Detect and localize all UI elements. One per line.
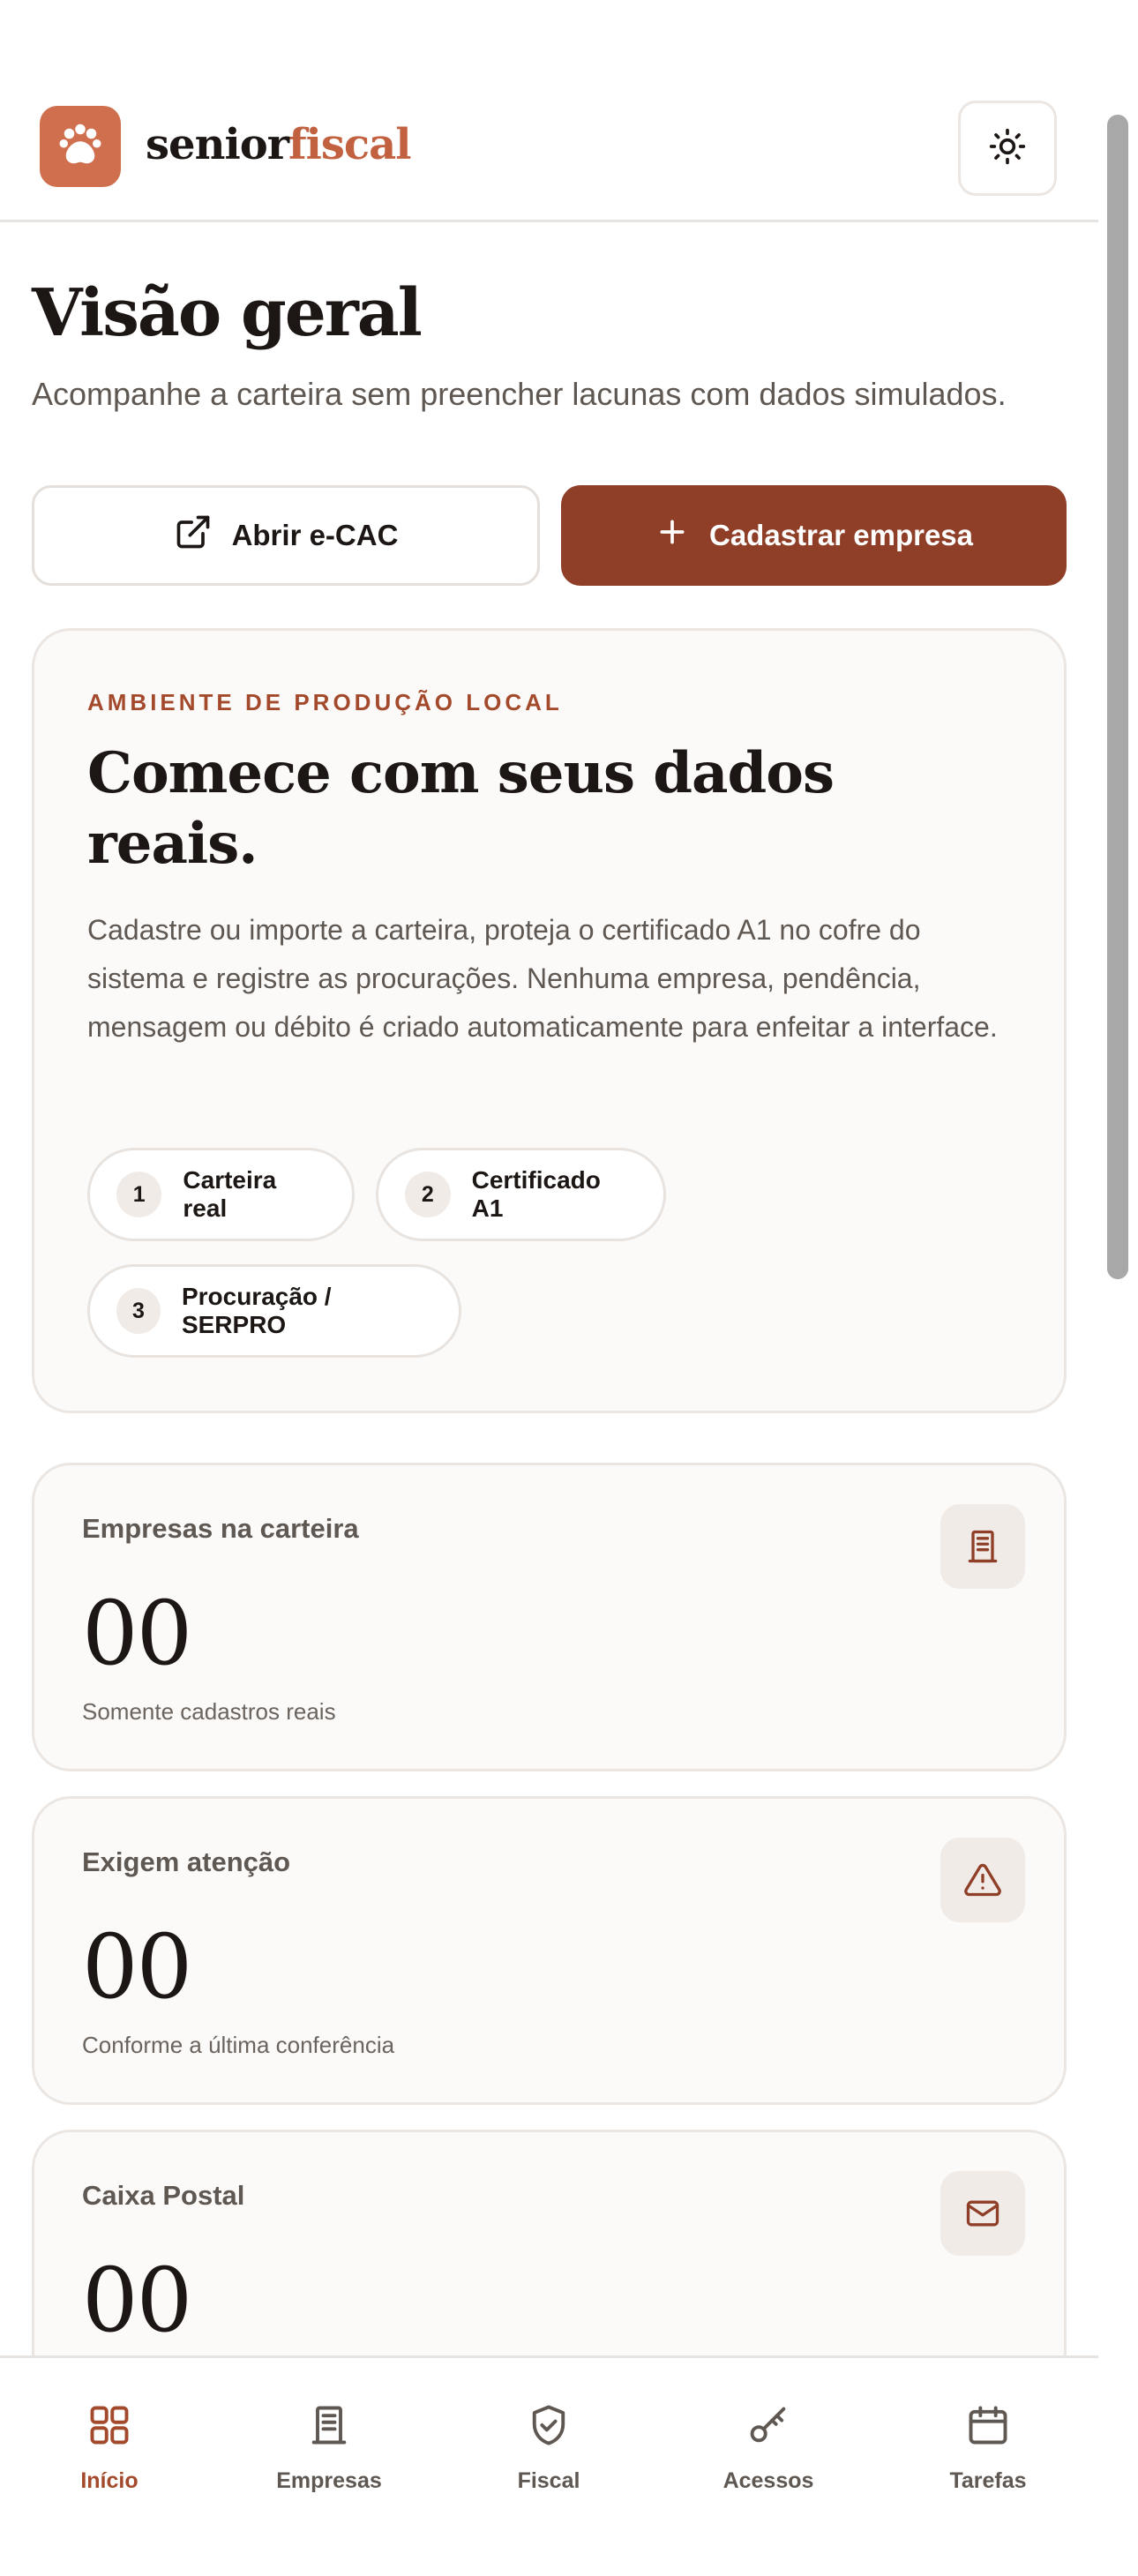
stat-label: Empresas na carteira — [82, 1513, 359, 1544]
mail-icon — [940, 2171, 1025, 2256]
nav-item-tarefas[interactable]: Tarefas — [900, 2402, 1076, 2494]
scrollbar-thumb[interactable] — [1107, 115, 1128, 1279]
step-chip-3[interactable]: 3 Procuração / SERPRO — [87, 1264, 461, 1358]
stat-card-attention[interactable]: Exigem atenção 00 Conforme a última conf… — [32, 1796, 1067, 2105]
open-ecac-button[interactable]: Abrir e-CAC — [32, 485, 540, 586]
nav-label: Acessos — [722, 2468, 814, 2493]
stat-card-companies[interactable]: Empresas na carteira 00 Somente cadastro… — [32, 1463, 1067, 1771]
stat-value: 00 — [82, 1915, 192, 2018]
stat-value: 00 — [82, 2249, 192, 2352]
brand-name: seniorfiscal — [146, 120, 411, 169]
stat-note: Somente cadastros reais — [82, 1698, 336, 1725]
step-number: 3 — [116, 1288, 161, 1334]
page-title: Visão geral — [32, 275, 423, 351]
app: seniorfiscal Visão geral Acompanhe a car… — [0, 0, 1098, 2576]
warning-icon — [940, 1838, 1025, 1922]
hero-eyebrow: AMBIENTE DE PRODUÇÃO LOCAL — [87, 689, 563, 715]
nav-label: Empresas — [276, 2468, 382, 2493]
grid-icon — [86, 2402, 132, 2454]
step-chip-2[interactable]: 2 Certificado A1 — [376, 1148, 666, 1241]
onboarding-card: AMBIENTE DE PRODUÇÃO LOCAL Comece com se… — [32, 628, 1067, 1413]
step-number: 2 — [405, 1172, 451, 1217]
stat-label: Exigem atenção — [82, 1846, 291, 1877]
register-company-label: Cadastrar empresa — [709, 519, 973, 551]
step-number: 1 — [116, 1172, 162, 1217]
stat-label: Caixa Postal — [82, 2180, 245, 2211]
theme-toggle-button[interactable] — [958, 101, 1057, 196]
calendar-icon — [965, 2402, 1011, 2454]
brand-part-2: fiscal — [288, 120, 411, 169]
sun-icon — [988, 127, 1027, 170]
scrollbar[interactable] — [1098, 0, 1138, 2576]
hero-text: Cadastre ou importe a carteira, proteja … — [87, 914, 998, 1043]
logo[interactable] — [40, 106, 121, 187]
nav-item-empresas[interactable]: Empresas — [241, 2402, 417, 2494]
paw-icon — [54, 118, 107, 176]
brand-part-1: senior — [146, 120, 289, 169]
nav-item-acessos[interactable]: Acessos — [680, 2402, 857, 2494]
hero-title: Comece com seus dados reais. — [87, 740, 835, 877]
building-icon — [306, 2402, 352, 2454]
external-link-icon — [174, 513, 213, 558]
key-icon — [745, 2402, 791, 2454]
bottom-nav: Início Empresas Fiscal Acessos Tarefas — [0, 2355, 1098, 2576]
shield-check-icon — [526, 2402, 572, 2454]
plus-icon — [655, 514, 690, 557]
step-chip-1[interactable]: 1 Carteira real — [87, 1148, 355, 1241]
nav-label: Fiscal — [517, 2468, 580, 2493]
building-icon — [940, 1504, 1025, 1589]
stat-value: 00 — [82, 1582, 192, 1685]
step-label: Certificado A1 — [471, 1166, 601, 1222]
step-label: Procuração / SERPRO — [181, 1283, 332, 1338]
register-company-button[interactable]: Cadastrar empresa — [561, 485, 1067, 586]
nav-label: Início — [80, 2468, 139, 2493]
nav-label: Tarefas — [949, 2468, 1027, 2493]
nav-item-inicio[interactable]: Início — [21, 2402, 198, 2494]
open-ecac-label: Abrir e-CAC — [231, 519, 399, 551]
page-subtitle: Acompanhe a carteira sem preencher lacun… — [32, 376, 1007, 412]
top-header: seniorfiscal — [0, 88, 1098, 222]
stat-note: Conforme a última conferência — [82, 2032, 395, 2058]
step-label: Carteira real — [183, 1166, 277, 1222]
nav-item-fiscal[interactable]: Fiscal — [460, 2402, 637, 2494]
